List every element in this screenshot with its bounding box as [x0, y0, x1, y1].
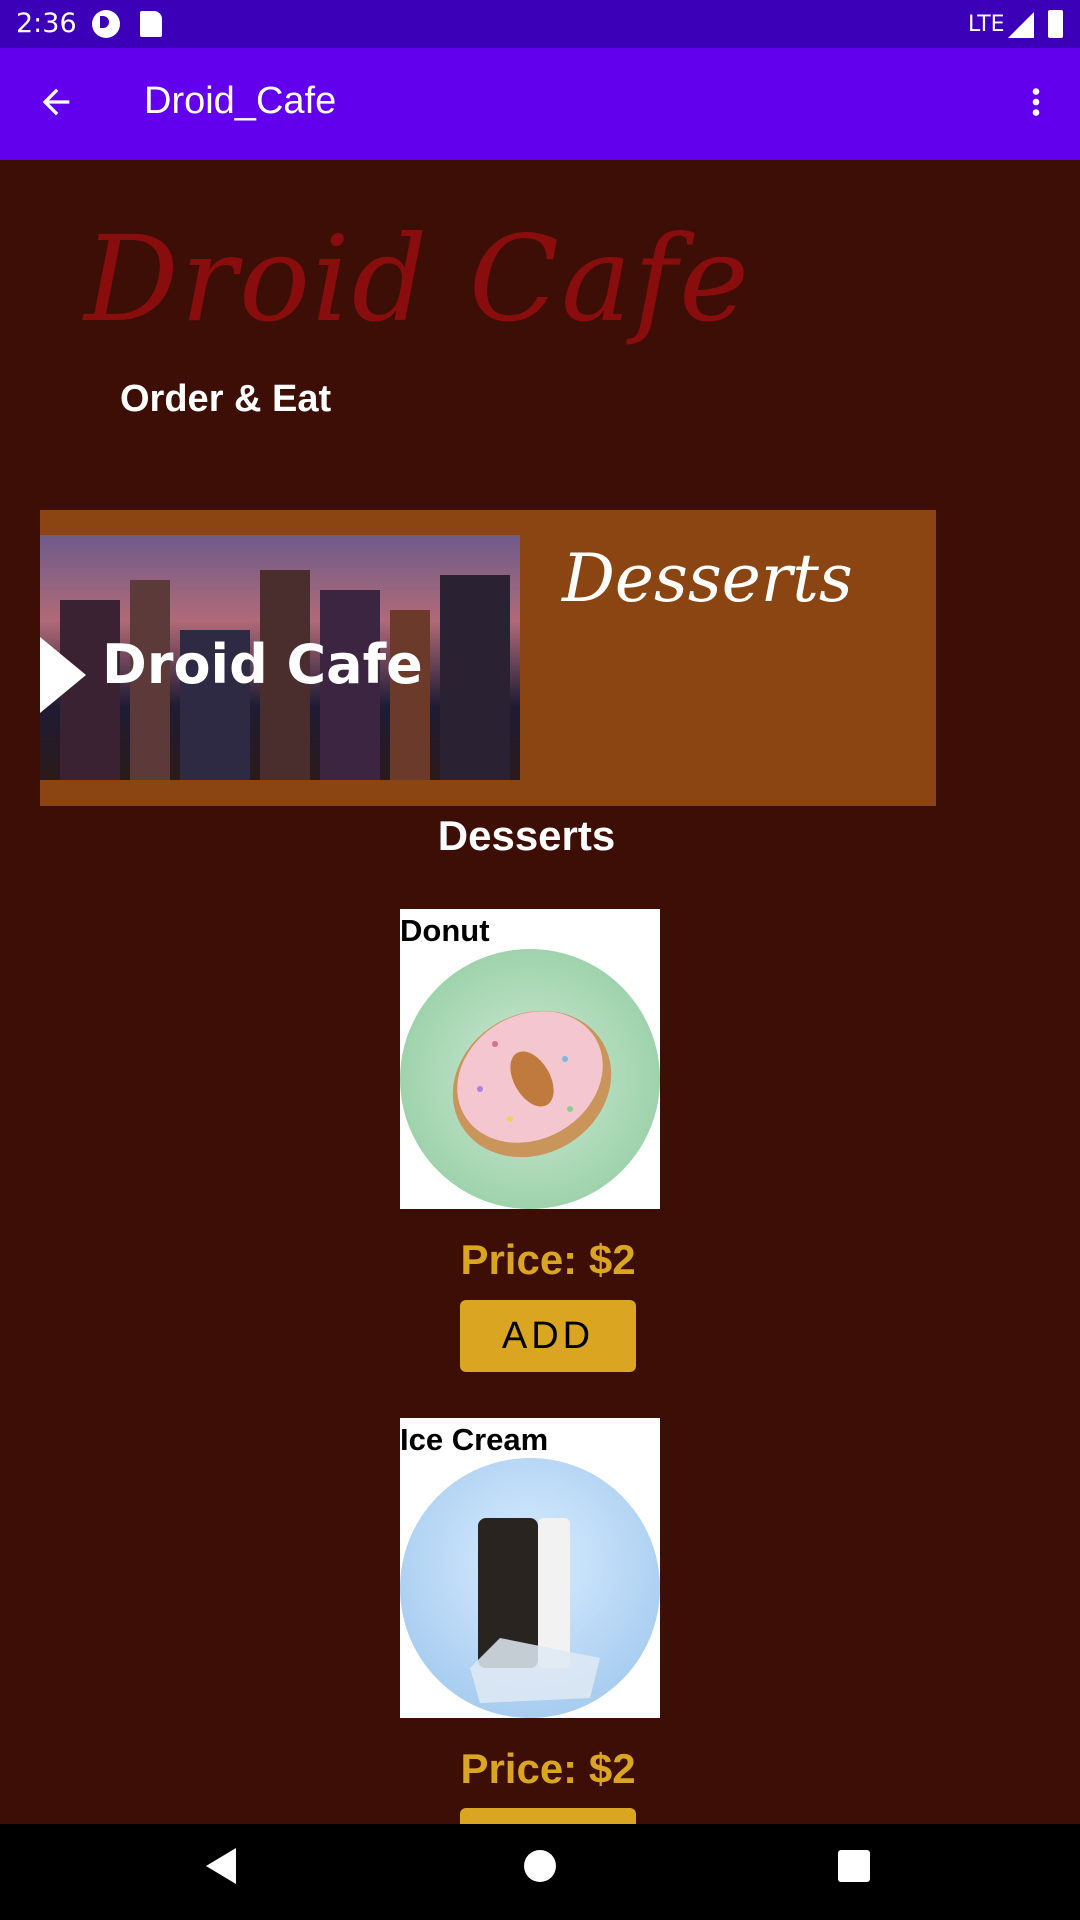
donut-icon: [452, 1010, 612, 1158]
network-type: LTE: [968, 12, 1005, 37]
back-arrow-icon[interactable]: [36, 82, 76, 122]
signal-icon: [1008, 12, 1034, 38]
donut-image: [400, 949, 660, 1209]
nav-recents-icon[interactable]: [838, 1850, 870, 1882]
banner-title: Desserts: [562, 540, 853, 617]
banner-image: Droid Cafe: [40, 535, 520, 780]
item-name: Ice Cream: [400, 1422, 549, 1457]
sd-card-icon: [140, 11, 162, 37]
item-price: Price: $2: [460, 1745, 636, 1792]
status-bar: 2:36 LTE: [0, 0, 1080, 48]
ice-cream-icon: [470, 1518, 600, 1703]
notification-app-icon: [92, 10, 120, 38]
banner-logo-text: Droid Cafe: [102, 633, 423, 696]
add-button-ice-cream[interactable]: [460, 1808, 636, 1824]
system-nav-bar: [0, 1824, 1080, 1920]
more-vert-icon[interactable]: [1018, 82, 1054, 122]
section-title: Desserts: [437, 812, 616, 859]
brand-logo-text: Droid Cafe: [84, 210, 751, 348]
item-price: Price: $2: [460, 1236, 636, 1283]
ice-cream-image: [400, 1458, 660, 1718]
item-name: Donut: [400, 913, 490, 948]
tagline: Order & Eat: [120, 378, 332, 420]
category-banner: Droid Cafe Desserts: [40, 510, 936, 806]
app-bar: Droid_Cafe: [0, 48, 1080, 160]
logo-mark-icon: [40, 637, 86, 713]
status-time: 2:36: [16, 8, 77, 39]
item-card-ice-cream[interactable]: Ice Cream: [400, 1418, 660, 1718]
nav-back-icon[interactable]: [206, 1848, 236, 1884]
battery-icon: [1048, 10, 1063, 38]
nav-home-icon[interactable]: [524, 1850, 556, 1882]
item-card-donut[interactable]: Donut: [400, 909, 660, 1209]
app-title: Droid_Cafe: [144, 80, 337, 122]
add-button-donut[interactable]: ADD: [460, 1300, 636, 1372]
